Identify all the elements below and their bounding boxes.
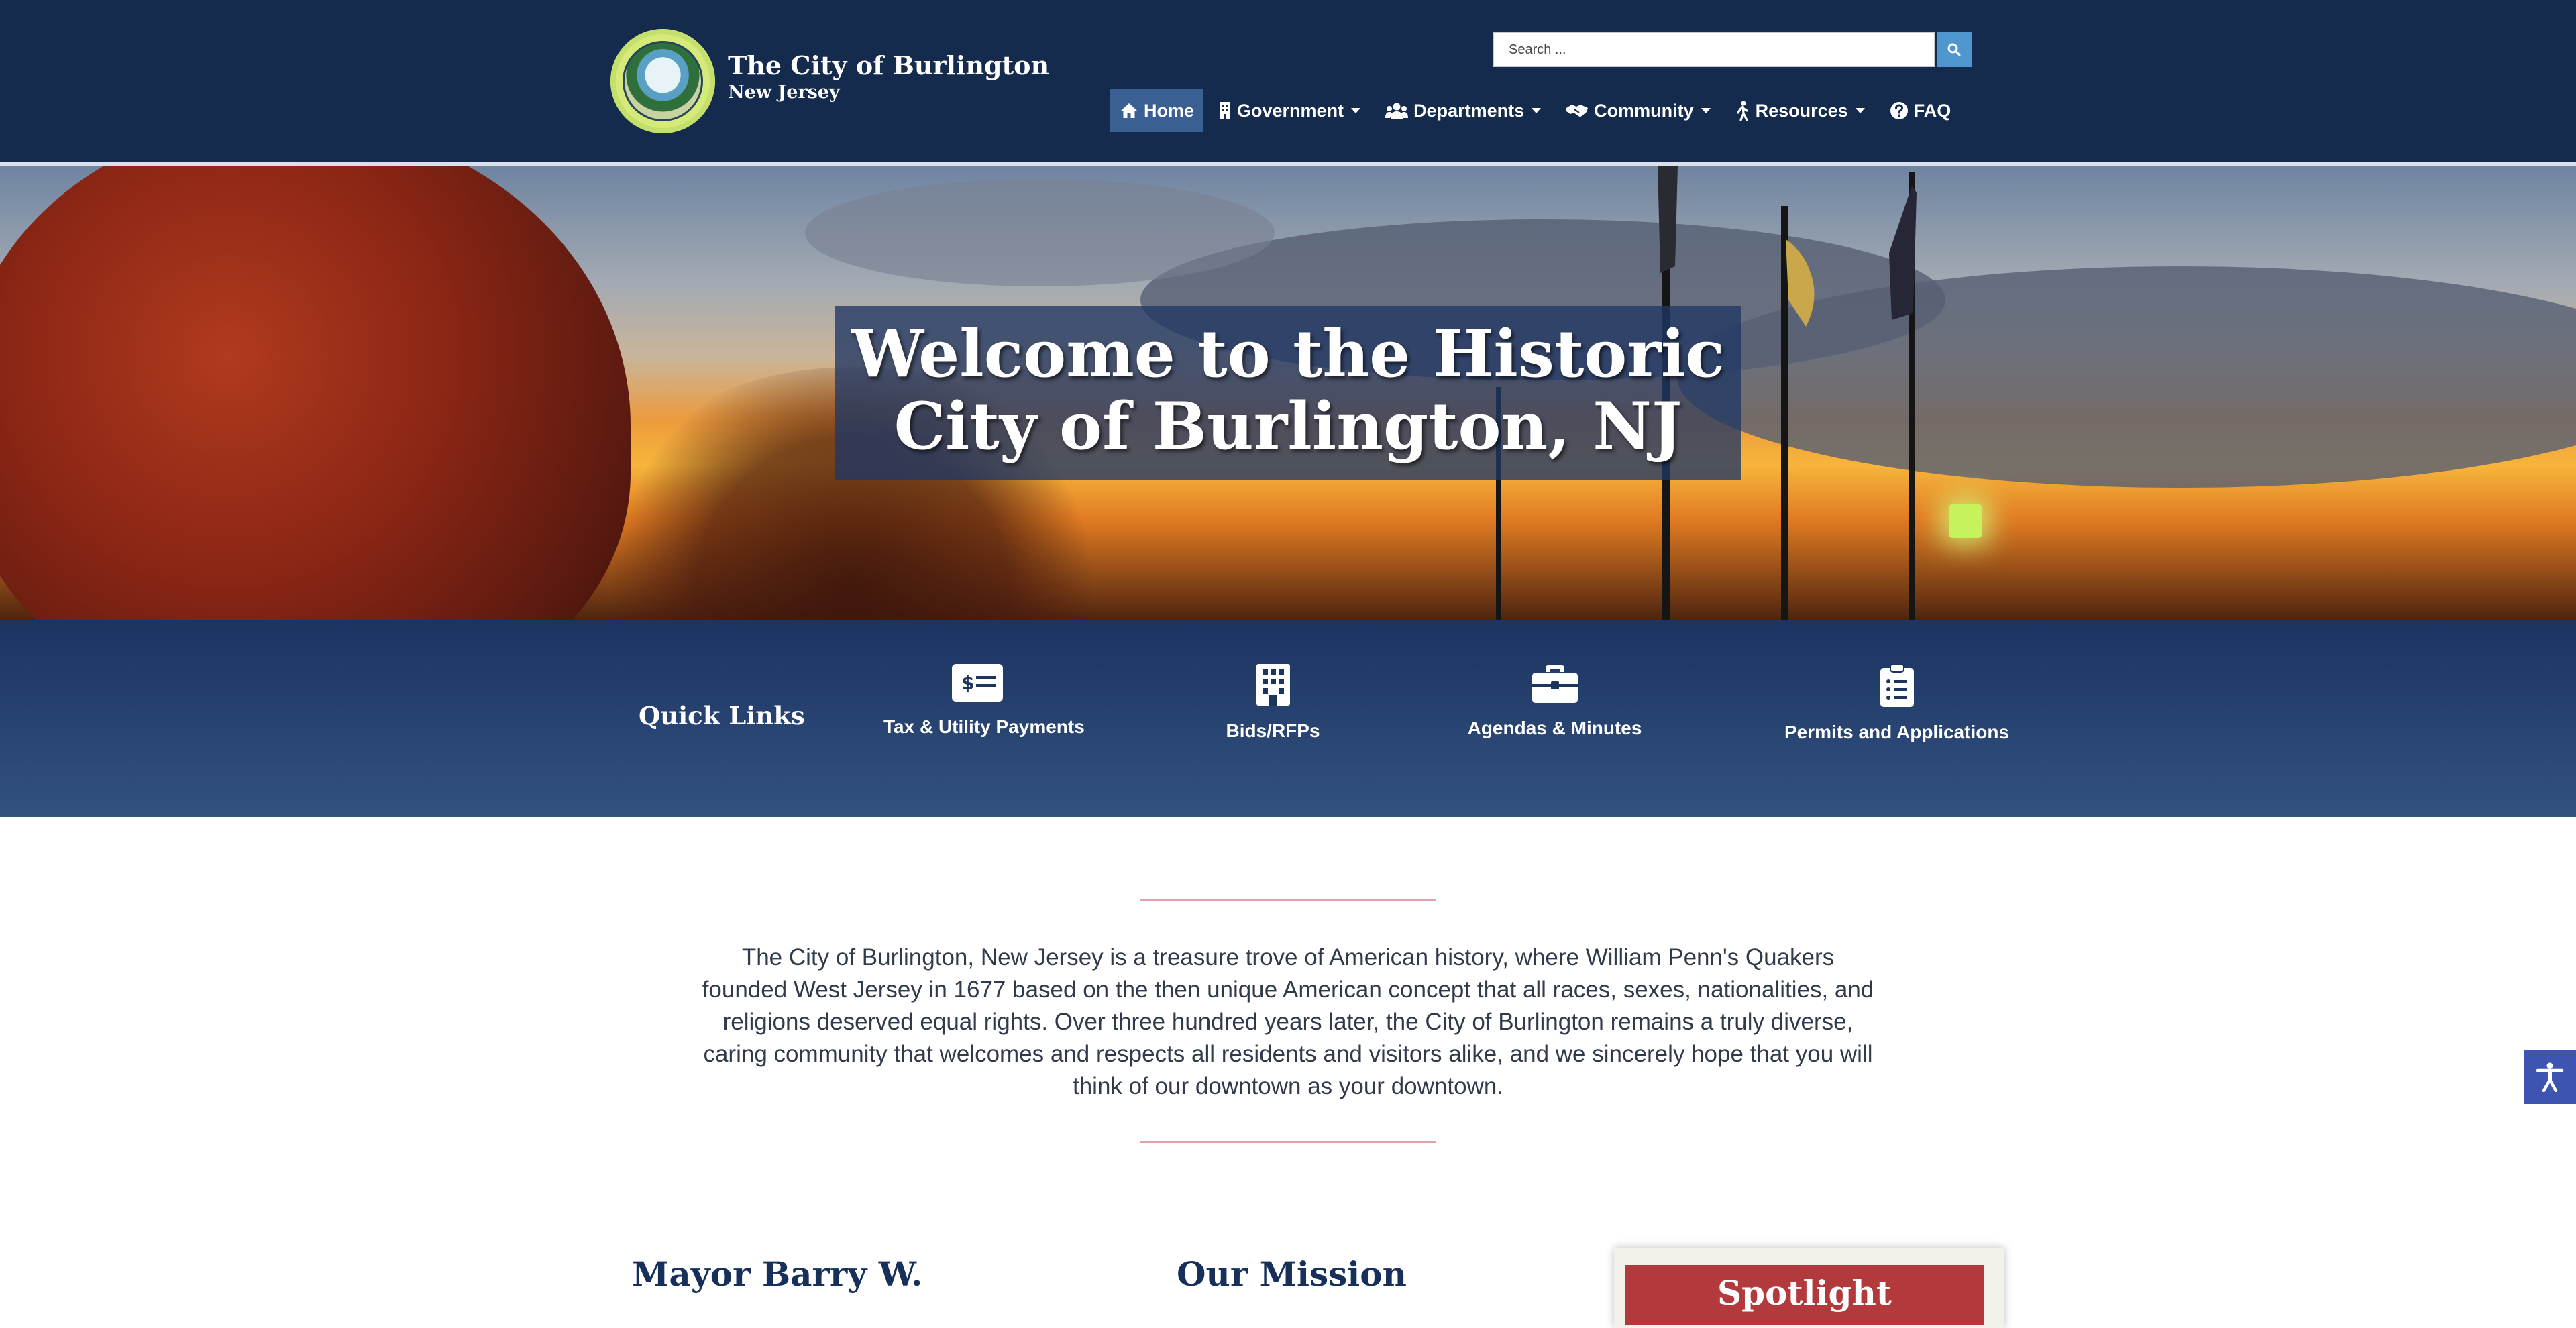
accessibility-button[interactable]	[2524, 1050, 2576, 1104]
nav-item-label: Resources	[1755, 100, 1848, 121]
site-subtitle: New Jersey	[728, 82, 840, 103]
money-check-icon: $	[952, 664, 1003, 702]
nav-item-label: FAQ	[1913, 100, 1951, 121]
hero-cloud	[805, 179, 1275, 286]
section-divider	[1140, 899, 1436, 901]
spotlight-title: Spotlight	[1717, 1273, 1892, 1313]
search-icon	[1947, 43, 1961, 56]
nav-item-home[interactable]: Home	[1110, 89, 1204, 132]
city-seal-icon	[623, 41, 703, 121]
flag	[1658, 166, 1678, 273]
site-header	[0, 0, 2576, 162]
mission-heading: Our Mission	[1177, 1254, 1407, 1294]
flag	[1786, 239, 1815, 327]
mayor-heading: Mayor Barry W.	[632, 1254, 923, 1294]
nav-item-resources[interactable]: Resources	[1726, 89, 1875, 132]
nav-item-faq[interactable]: FAQ	[1880, 89, 1961, 132]
quick-link-agendas-minutes[interactable]: Agendas & Minutes	[1466, 664, 1644, 758]
intro-paragraph: The City of Burlington, New Jersey is a …	[702, 944, 1874, 1099]
building-icon	[1256, 664, 1290, 706]
svg-text:$: $	[961, 672, 974, 694]
nav-item-label: Departments	[1413, 100, 1525, 121]
search-button[interactable]	[1937, 32, 1972, 67]
chevron-down-icon	[1701, 108, 1711, 113]
quick-link-label: Tax & Utility Payments	[883, 716, 1085, 737]
flag	[1889, 186, 1917, 320]
quick-link-tax-payments[interactable]: $ Tax & Utility Payments	[883, 664, 1085, 758]
handshake-icon	[1566, 105, 1589, 117]
hero-title: Welcome to the Historic City of Burlingt…	[835, 318, 1741, 463]
main-nav: Home Government Departments Community Re…	[1110, 89, 1966, 132]
quick-link-permits-applications[interactable]: Permits and Applications	[1781, 664, 2012, 758]
street-lamp	[1949, 504, 1982, 538]
chevron-down-icon	[1855, 108, 1865, 113]
nav-item-community[interactable]: Community	[1556, 89, 1721, 132]
home-icon	[1121, 103, 1137, 118]
city-seal-logo[interactable]	[610, 29, 715, 133]
building-icon	[1220, 102, 1231, 119]
nav-item-government[interactable]: Government	[1209, 89, 1371, 132]
accessibility-icon	[2536, 1062, 2564, 1092]
briefcase-icon	[1532, 665, 1578, 703]
nav-item-label: Home	[1144, 100, 1195, 121]
site-title[interactable]: The City of Burlington	[728, 50, 1049, 80]
clipboard-list-icon	[1880, 664, 1914, 707]
quick-link-bids-rfps[interactable]: Bids/RFPs	[1201, 664, 1345, 758]
chevron-down-icon	[1351, 108, 1361, 113]
quick-link-label: Bids/RFPs	[1226, 720, 1320, 741]
chevron-down-icon	[1532, 108, 1542, 113]
walking-person-icon	[1737, 101, 1748, 121]
users-icon	[1385, 103, 1409, 119]
hero-title-line: City of Burlington, NJ	[894, 388, 1682, 464]
quick-link-label: Agendas & Minutes	[1467, 718, 1642, 738]
quick-links-title: Quick Links	[639, 701, 805, 730]
hero-tree	[0, 166, 631, 620]
section-divider	[1140, 1141, 1436, 1143]
quick-link-label: Permits and Applications	[1784, 722, 2010, 742]
nav-item-departments[interactable]: Departments	[1376, 89, 1551, 132]
nav-item-label: Government	[1237, 100, 1344, 121]
hero-title-line: Welcome to the Historic	[851, 316, 1725, 392]
search-input[interactable]	[1493, 32, 1935, 67]
question-circle-icon	[1890, 102, 1908, 119]
nav-item-label: Community	[1594, 100, 1694, 121]
